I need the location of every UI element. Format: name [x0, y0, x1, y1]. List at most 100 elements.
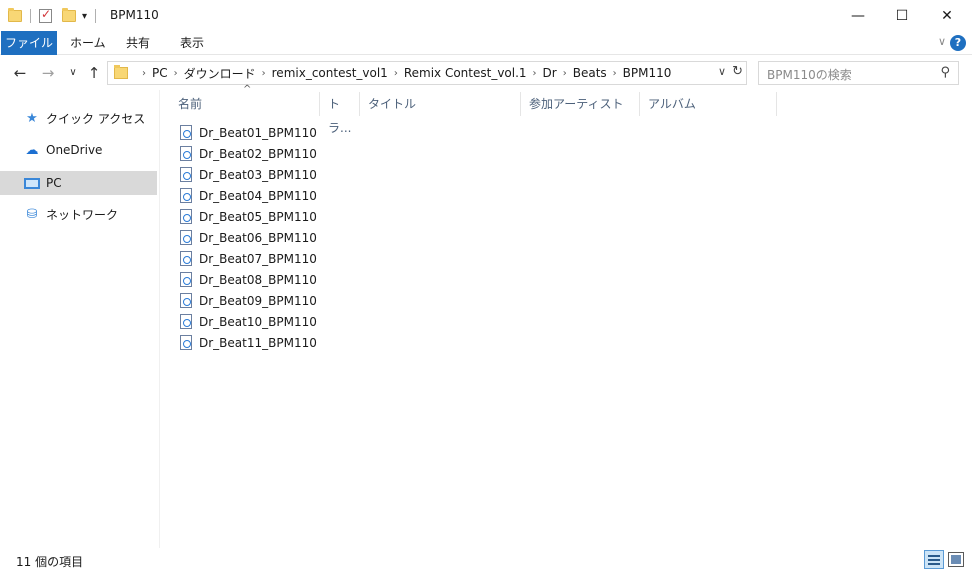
network-icon: ⛁	[26, 206, 38, 222]
search-icon[interactable]: ⚲	[940, 65, 950, 80]
audio-file-icon	[180, 293, 192, 308]
sidebar-item-label: ネットワーク	[46, 207, 119, 222]
breadcrumb-separator[interactable]: ›	[563, 68, 567, 79]
up-button[interactable]: ↑	[84, 62, 104, 84]
audio-file-icon	[180, 272, 192, 287]
breadcrumb-separator[interactable]: ›	[174, 68, 178, 79]
star-icon: ★	[26, 110, 38, 126]
audio-file-icon	[180, 230, 192, 245]
navigation-pane: ★ クイック アクセス ☁ OneDrive PC ⛁ ネットワーク	[0, 90, 160, 548]
large-icons-view-button[interactable]	[948, 552, 964, 567]
search-placeholder: BPM110の検索	[767, 68, 852, 82]
file-name: Dr_Beat10_BPM110	[199, 314, 317, 329]
breadcrumb-separator[interactable]: ›	[262, 68, 266, 79]
breadcrumb-downloads[interactable]: ダウンロード	[184, 65, 256, 82]
audio-file-icon	[180, 125, 192, 140]
computer-icon	[24, 177, 40, 189]
sidebar-item-label: PC	[46, 176, 62, 190]
title-bar: ▾ BPM110 — ☐ ✕	[0, 0, 972, 31]
audio-file-icon	[180, 146, 192, 161]
audio-file-icon	[180, 209, 192, 224]
file-row[interactable]: Dr_Beat09_BPM110	[178, 290, 318, 311]
column-header-album[interactable]: アルバム	[640, 92, 777, 116]
file-name: Dr_Beat06_BPM110	[199, 230, 317, 245]
file-name: Dr_Beat05_BPM110	[199, 209, 317, 224]
ribbon-tabs: ファイル ホーム 共有 表示 ∨ ?	[0, 31, 972, 55]
file-row[interactable]: Dr_Beat11_BPM110	[178, 332, 318, 353]
cloud-icon: ☁	[25, 142, 39, 158]
address-dropdown-icon[interactable]: ∨	[718, 65, 726, 78]
tab-file[interactable]: ファイル	[1, 31, 57, 55]
item-count: 11 個の項目	[16, 555, 84, 569]
breadcrumb-bpm110[interactable]: BPM110	[623, 66, 672, 80]
file-row[interactable]: Dr_Beat03_BPM110	[178, 164, 318, 185]
file-row[interactable]: Dr_Beat01_BPM110	[178, 122, 318, 143]
details-view-icon-line	[928, 558, 940, 561]
column-header-row: 名前 トラ... タイトル 参加アーティスト アルバム	[170, 92, 780, 135]
file-name: Dr_Beat03_BPM110	[199, 167, 317, 182]
expand-ribbon-icon[interactable]: ∨	[938, 35, 946, 48]
folder-icon	[114, 65, 128, 79]
window-title: BPM110	[110, 8, 159, 22]
address-bar[interactable]: › PC › ダウンロード › remix_contest_vol1 › Rem…	[107, 61, 747, 85]
breadcrumb-separator[interactable]: ›	[394, 68, 398, 79]
search-input[interactable]: BPM110の検索 ⚲	[758, 61, 959, 85]
audio-file-icon	[180, 335, 192, 350]
customize-toolbar-dropdown-icon[interactable]: ▾	[82, 11, 87, 22]
forward-button[interactable]: →	[38, 62, 58, 84]
breadcrumb-remix-contest[interactable]: Remix Contest_vol.1	[404, 66, 527, 80]
new-folder-icon[interactable]	[62, 8, 76, 22]
breadcrumb-separator[interactable]: ›	[613, 68, 617, 79]
audio-file-icon	[180, 314, 192, 329]
audio-file-icon	[180, 251, 192, 266]
tab-share[interactable]: 共有	[114, 31, 162, 55]
maximize-button[interactable]: ☐	[879, 0, 925, 31]
audio-file-icon	[180, 188, 192, 203]
quick-access-toolbar: ▾	[8, 6, 104, 26]
recent-locations-button[interactable]: ∨	[63, 62, 83, 84]
sidebar-item-network[interactable]: ⛁ ネットワーク	[0, 202, 157, 226]
file-name: Dr_Beat04_BPM110	[199, 188, 317, 203]
file-row[interactable]: Dr_Beat07_BPM110	[178, 248, 318, 269]
toolbar-divider	[95, 9, 97, 23]
file-name: Dr_Beat08_BPM110	[199, 272, 317, 287]
column-header-track[interactable]: トラ...	[320, 92, 360, 135]
column-header-artist[interactable]: 参加アーティスト	[521, 92, 640, 116]
sidebar-item-quick-access[interactable]: ★ クイック アクセス	[0, 106, 157, 130]
column-header-name[interactable]: 名前	[170, 92, 320, 116]
file-row[interactable]: Dr_Beat10_BPM110	[178, 311, 318, 332]
refresh-icon[interactable]: ↻	[732, 64, 743, 79]
back-button[interactable]: ←	[10, 62, 30, 84]
tab-home[interactable]: ホーム	[58, 31, 118, 55]
file-row[interactable]: Dr_Beat02_BPM110	[178, 143, 318, 164]
toolbar-divider	[30, 9, 31, 23]
file-name: Dr_Beat07_BPM110	[199, 251, 317, 266]
file-row[interactable]: Dr_Beat04_BPM110	[178, 185, 318, 206]
details-view-button[interactable]	[924, 550, 944, 569]
breadcrumb-separator[interactable]: ›	[533, 68, 537, 79]
sidebar-item-pc[interactable]: PC	[0, 171, 157, 195]
breadcrumb-pc[interactable]: PC	[152, 66, 168, 80]
sidebar-item-label: OneDrive	[46, 143, 103, 157]
file-name: Dr_Beat11_BPM110	[199, 335, 317, 350]
tab-view[interactable]: 表示	[168, 31, 216, 55]
file-row[interactable]: Dr_Beat05_BPM110	[178, 206, 318, 227]
file-name: Dr_Beat01_BPM110	[199, 125, 317, 140]
breadcrumb-dr[interactable]: Dr	[543, 66, 557, 80]
help-icon[interactable]: ?	[950, 35, 966, 51]
breadcrumb-remix-contest-vol1[interactable]: remix_contest_vol1	[272, 66, 388, 80]
breadcrumb-separator[interactable]: ›	[142, 68, 146, 79]
file-name: Dr_Beat09_BPM110	[199, 293, 317, 308]
file-name: Dr_Beat02_BPM110	[199, 146, 317, 161]
file-row[interactable]: Dr_Beat06_BPM110	[178, 227, 318, 248]
sidebar-item-onedrive[interactable]: ☁ OneDrive	[0, 138, 157, 162]
close-button[interactable]: ✕	[924, 0, 970, 31]
folder-icon	[8, 8, 22, 22]
details-view-icon-line	[928, 562, 940, 565]
properties-icon[interactable]	[39, 7, 52, 23]
minimize-button[interactable]: —	[835, 0, 881, 31]
address-row: ← → ∨ ↑ › PC › ダウンロード › remix_contest_vo…	[0, 58, 972, 88]
breadcrumb-beats[interactable]: Beats	[573, 66, 607, 80]
file-row[interactable]: Dr_Beat08_BPM110	[178, 269, 318, 290]
column-header-title[interactable]: タイトル	[360, 92, 521, 116]
